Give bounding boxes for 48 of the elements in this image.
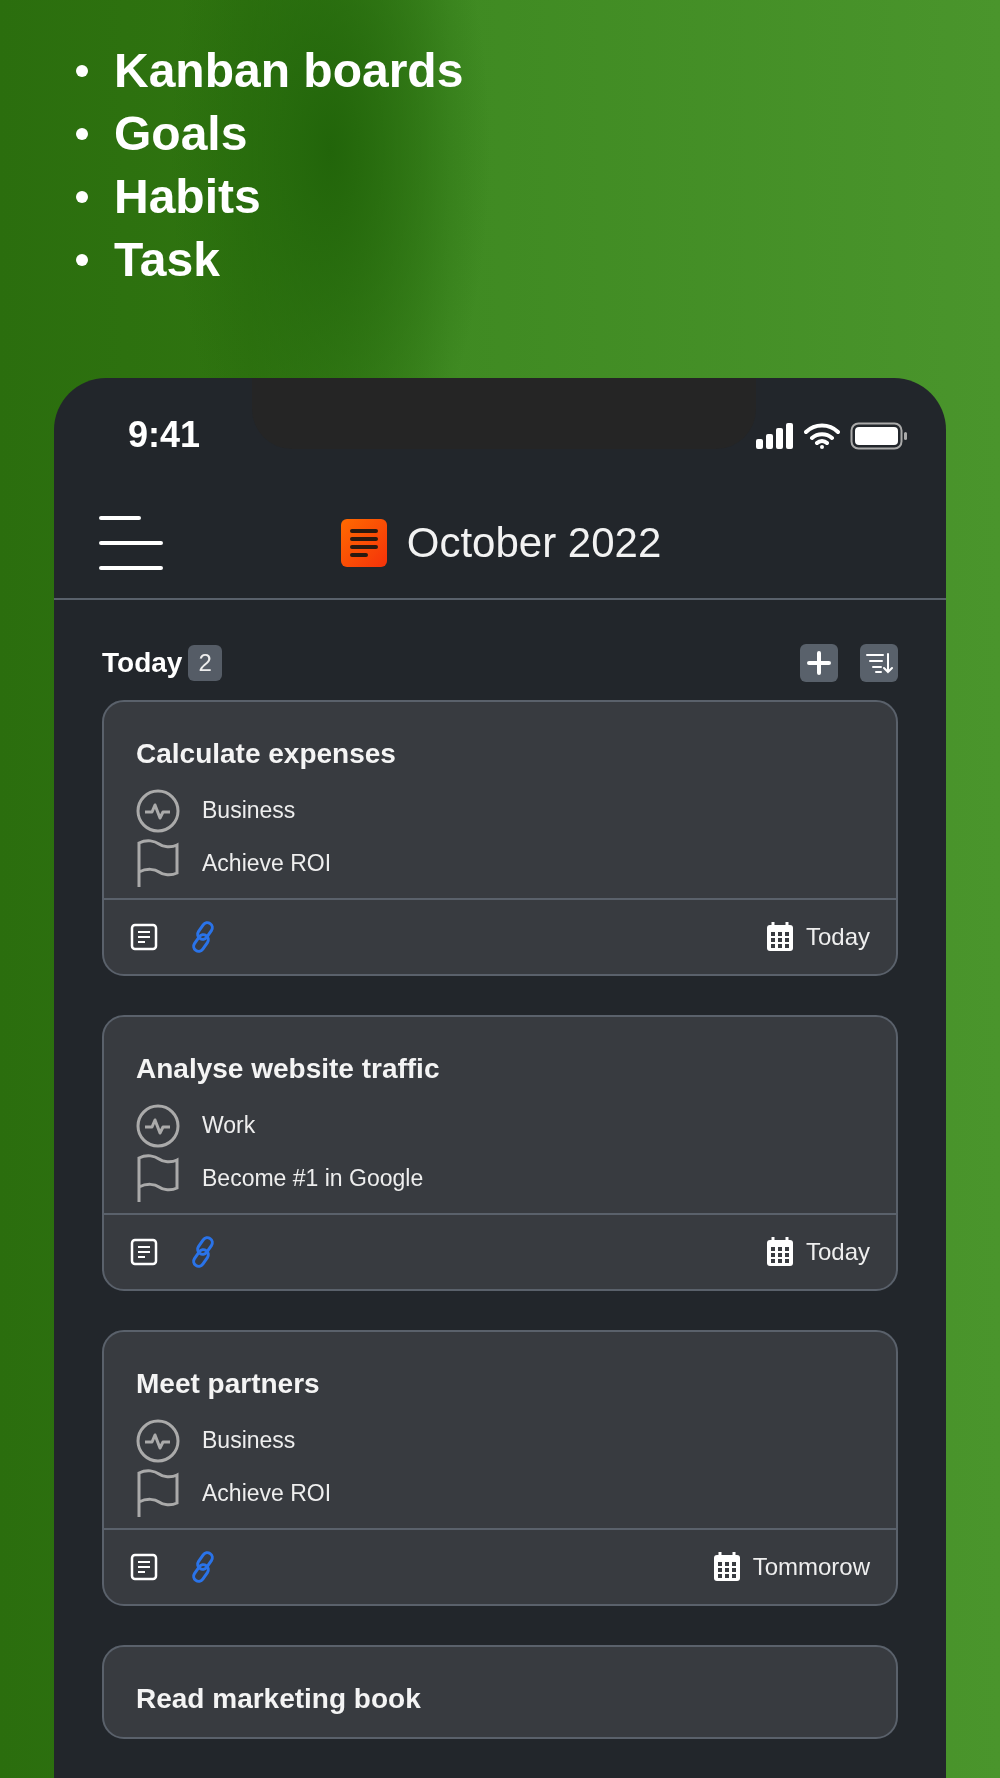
area-label: Work — [202, 1112, 256, 1139]
add-button[interactable] — [800, 644, 838, 682]
area-label: Business — [202, 1427, 296, 1454]
month-title: October 2022 — [406, 518, 662, 567]
calendar-icon — [765, 922, 794, 952]
activity-icon — [136, 788, 180, 833]
note-icon — [130, 1553, 158, 1581]
note-icon — [130, 923, 158, 951]
activity-icon — [136, 1103, 180, 1148]
menu-icon[interactable] — [99, 514, 163, 571]
goal-label: Achieve ROI — [202, 850, 332, 877]
feature-text: Habits — [114, 172, 261, 221]
note-icon — [130, 1238, 158, 1266]
feature-text: Task — [114, 235, 220, 284]
bullet-icon — [76, 127, 88, 140]
bullet-icon — [76, 190, 88, 203]
area-label: Business — [202, 797, 296, 824]
task-card[interactable]: Meet partners Business Achieve ROI Tommorow — [102, 1330, 898, 1606]
feature-text: Kanban boards — [114, 46, 464, 95]
due-date: Today — [805, 923, 870, 951]
due-date: Tommorow — [752, 1553, 870, 1581]
flag-icon — [136, 1153, 180, 1204]
goal-label: Become #1 in Google — [202, 1165, 424, 1192]
goal-label: Achieve ROI — [202, 1480, 332, 1507]
due-date: Today — [805, 1238, 870, 1266]
task-card[interactable]: Analyse website traffic Work Become #1 in Google Today — [102, 1015, 898, 1291]
section-title: Today — [102, 647, 183, 679]
task-title: Calculate expenses — [136, 738, 397, 770]
bullet-icon — [76, 253, 88, 266]
wifi-icon — [804, 423, 840, 449]
task-title: Analyse website traffic — [136, 1053, 441, 1085]
flag-icon — [136, 1468, 180, 1519]
bullet-icon — [76, 64, 88, 77]
task-title: Meet partners — [136, 1368, 321, 1400]
calendar-icon — [765, 1237, 794, 1267]
notes-icon — [340, 518, 387, 567]
task-card[interactable]: Read marketing book — [102, 1645, 898, 1739]
task-title: Read marketing book — [136, 1683, 422, 1715]
activity-icon — [136, 1418, 180, 1463]
calendar-icon — [712, 1552, 741, 1582]
sort-button[interactable] — [860, 644, 898, 682]
task-card[interactable]: Calculate expenses Business Achieve ROI Today — [102, 700, 898, 976]
flag-icon — [136, 838, 180, 889]
signal-icon — [756, 423, 794, 449]
status-time: 9:41 — [128, 414, 201, 456]
battery-icon — [850, 422, 908, 450]
feature-text: Goals — [114, 109, 248, 158]
count-badge: 2 — [188, 645, 222, 681]
